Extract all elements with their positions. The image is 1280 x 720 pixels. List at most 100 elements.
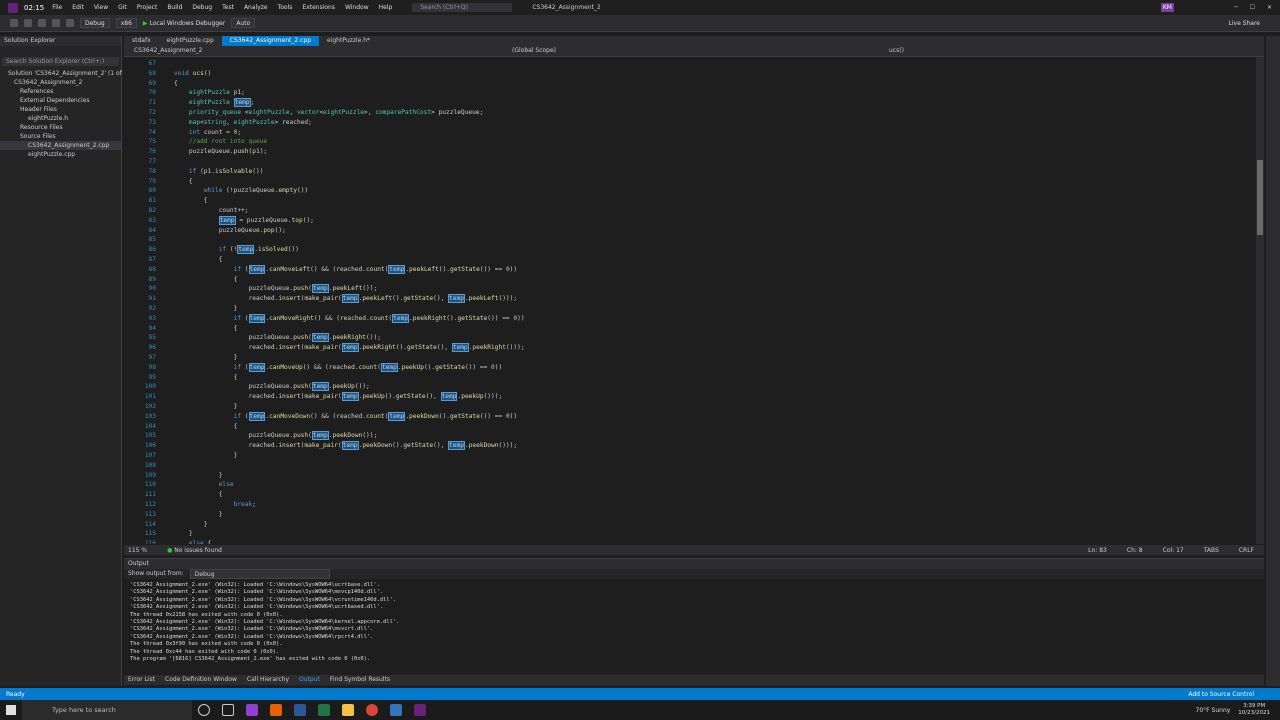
code-line[interactable]: 100 puzzleQueue.push(temp.peekUp()); (124, 382, 1244, 392)
vs-logo-icon[interactable] (8, 2, 18, 13)
menu-item[interactable]: Test (222, 4, 234, 11)
code-line[interactable]: 75 //add root into queue (124, 137, 1244, 147)
line-ending[interactable]: CRLF (1239, 547, 1254, 554)
code-line[interactable]: 87 { (124, 255, 1244, 265)
editor-scrollbar[interactable] (1256, 57, 1264, 544)
solution-tree-item[interactable]: External Dependencies (0, 96, 121, 105)
menu-item[interactable]: Help (379, 4, 393, 11)
bottom-tab[interactable]: Error List (128, 675, 155, 685)
code-line[interactable]: 109 } (124, 471, 1244, 481)
cortana-icon[interactable] (198, 704, 210, 716)
code-line[interactable]: 101 reached.insert(make_pair(temp.peekUp… (124, 392, 1244, 402)
code-line[interactable]: 105 puzzleQueue.push(temp.peekDown()); (124, 431, 1244, 441)
code-line[interactable]: 72 priority_queue <eightPuzzle, vector<e… (124, 108, 1244, 118)
code-line[interactable]: 73 map<string, eightPuzzle> reached; (124, 118, 1244, 128)
output-text[interactable]: 'CS3642_Assignment_2.exe' (Win32): Loade… (124, 579, 1264, 663)
code-line[interactable]: 91 reached.insert(make_pair(temp.peekLef… (124, 294, 1244, 304)
solution-tree-item[interactable]: Source Files (0, 132, 121, 141)
code-line[interactable]: 74 int count = 0; (124, 128, 1244, 138)
forward-icon[interactable] (24, 19, 32, 27)
code-line[interactable]: 67 (124, 59, 1244, 69)
word-icon[interactable] (294, 704, 306, 716)
code-line[interactable]: 99 { (124, 373, 1244, 383)
taskbar-search[interactable]: Type here to search (22, 700, 192, 720)
code-line[interactable]: 84 puzzleQueue.pop(); (124, 226, 1244, 236)
config-dropdown[interactable]: Debug (80, 18, 110, 28)
code-line[interactable]: 110 else (124, 480, 1244, 490)
visual-studio-icon[interactable] (414, 704, 426, 716)
code-line[interactable]: 104 { (124, 422, 1244, 432)
solution-tree-item[interactable]: CS3642_Assignment_2 (0, 78, 121, 87)
menu-item[interactable]: Tools (278, 4, 293, 11)
menu-item[interactable]: Window (345, 4, 369, 11)
code-line[interactable]: 102 } (124, 402, 1244, 412)
code-line[interactable]: 112 break; (124, 500, 1244, 510)
start-button[interactable] (6, 705, 16, 715)
solution-tree-item[interactable]: Solution 'CS3642_Assignment_2' (1 of 1 p… (0, 69, 153, 78)
new-project-icon[interactable] (38, 19, 46, 27)
code-line[interactable]: 114 } (124, 520, 1244, 530)
firefox-icon[interactable] (270, 704, 282, 716)
menu-item[interactable]: Git (118, 4, 127, 11)
bottom-tab[interactable]: Output (299, 675, 320, 685)
code-line[interactable]: 86 if (!temp.isSolved()) (124, 245, 1244, 255)
search-box[interactable]: Search (Ctrl+Q) (412, 3, 513, 12)
scope-dropdown[interactable]: (Global Scope) (512, 47, 556, 54)
code-line[interactable]: 78 if (p1.isSolvable()) (124, 167, 1244, 177)
project-dropdown[interactable]: CS3642_Assignment_2 (134, 47, 202, 54)
user-avatar[interactable]: KM (1160, 3, 1174, 12)
code-line[interactable]: 92 } (124, 304, 1244, 314)
menu-item[interactable]: Analyze (244, 4, 268, 11)
code-line[interactable]: 95 puzzleQueue.push(temp.peekRight()); (124, 333, 1244, 343)
platform-dropdown[interactable]: x86 (115, 18, 137, 28)
tray-clock[interactable]: 3:39 PM 10/23/2021 (1238, 703, 1270, 717)
menu-item[interactable]: File (52, 4, 62, 11)
bottom-tab[interactable]: Call Hierarchy (247, 675, 289, 685)
bottom-tab[interactable]: Find Symbol Results (330, 675, 390, 685)
code-line[interactable]: 107 } (124, 451, 1244, 461)
code-line[interactable]: 76 puzzleQueue.push(p1); (124, 147, 1244, 157)
menu-item[interactable]: Build (167, 4, 182, 11)
output-source-dropdown[interactable]: Debug (189, 569, 330, 579)
solution-tree-item[interactable]: Resource Files (0, 123, 121, 132)
code-line[interactable]: 94 { (124, 324, 1244, 334)
run-button[interactable]: ▶ Local Windows Debugger (143, 20, 225, 27)
add-source-control-button[interactable]: Add to Source Control (1188, 691, 1254, 698)
code-line[interactable]: 93 if (temp.canMoveRight() && (reached.c… (124, 313, 1244, 324)
live-share-button[interactable]: Live Share (1229, 20, 1260, 27)
solution-tree-item[interactable]: eightPuzzle.h (0, 114, 121, 123)
undo-icon[interactable] (66, 19, 74, 27)
code-line[interactable]: 108 (124, 461, 1244, 471)
code-line[interactable]: 70 eightPuzzle p1; (124, 88, 1244, 98)
minimize-button[interactable]: ─ (1234, 4, 1238, 11)
code-line[interactable]: 81 { (124, 196, 1244, 206)
menu-item[interactable]: View (94, 4, 108, 11)
solution-tree-item[interactable]: CS3642_Assignment_2.cpp (0, 141, 121, 150)
document-tab[interactable]: eightPuzzle.cpp (159, 36, 222, 46)
excel-icon[interactable] (318, 704, 330, 716)
solution-tree-item[interactable]: References (0, 87, 121, 96)
code-line[interactable]: 116 else { (124, 539, 1244, 544)
code-line[interactable]: 69 { (124, 79, 1244, 89)
menu-item[interactable]: Debug (192, 4, 212, 11)
zoom-level[interactable]: 115 % (128, 547, 147, 554)
code-line[interactable]: 103 if (temp.canMoveDown() && (reached.c… (124, 411, 1244, 422)
code-line[interactable]: 82 count++; (124, 206, 1244, 216)
code-line[interactable]: 111 { (124, 490, 1244, 500)
code-line[interactable]: 98 if (temp.canMoveUp() && (reached.coun… (124, 362, 1244, 373)
solution-tree-item[interactable]: eightPuzzle.cpp (0, 150, 121, 159)
solution-tree-item[interactable]: Header Files (0, 105, 121, 114)
issues-indicator[interactable]: ● No issues found (167, 547, 222, 554)
code-line[interactable]: 89 { (124, 275, 1244, 285)
code-line[interactable]: 83 temp = puzzleQueue.top(); (124, 215, 1244, 226)
weather[interactable]: 70°F Sunny (1196, 707, 1231, 714)
code-line[interactable]: 90 puzzleQueue.push(temp.peekLeft()); (124, 284, 1244, 294)
task-view-icon[interactable] (222, 704, 234, 716)
code-line[interactable]: 68 void ucs() (124, 69, 1244, 79)
tabs-indicator[interactable]: TABS (1204, 547, 1219, 554)
code-line[interactable]: 88 if (temp.canMoveLeft() && (reached.co… (124, 264, 1244, 275)
code-line[interactable]: 71 eightPuzzle temp; (124, 98, 1244, 108)
maximize-button[interactable]: ☐ (1250, 4, 1255, 11)
menu-item[interactable]: Project (137, 4, 158, 11)
document-tab[interactable]: CS3642_Assignment_2.cpp (221, 36, 319, 46)
